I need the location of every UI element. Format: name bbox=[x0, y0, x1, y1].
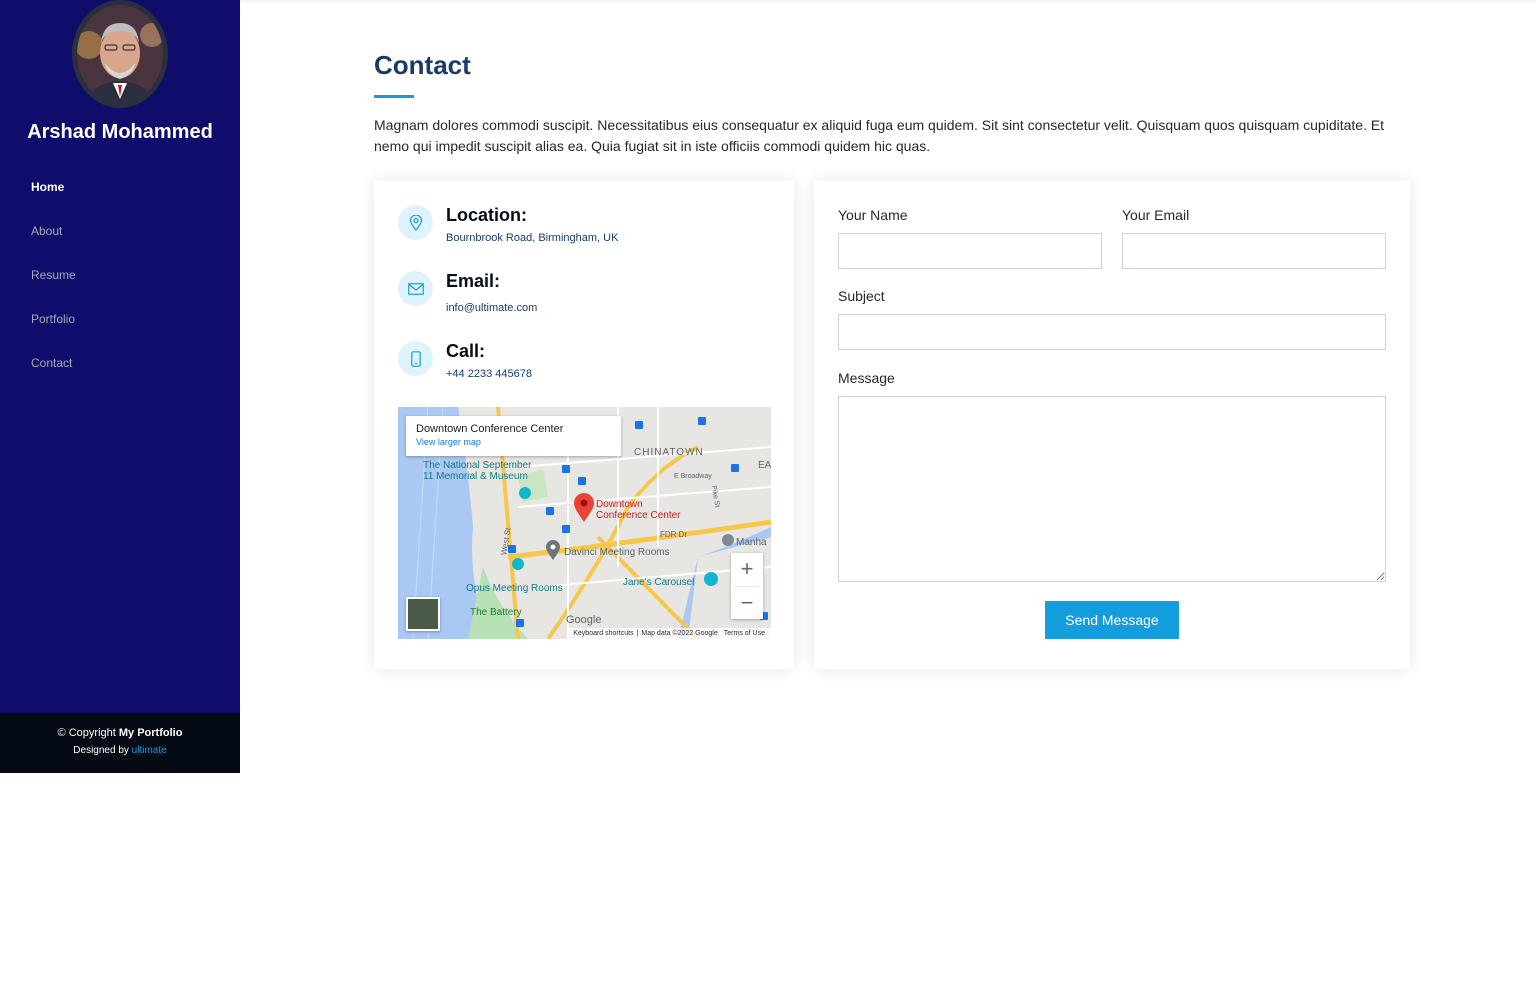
nav-item-about[interactable]: About bbox=[31, 222, 76, 266]
map-label-opus[interactable]: Opus Meeting Rooms bbox=[466, 583, 563, 594]
envelope-icon bbox=[398, 271, 433, 306]
satellite-toggle[interactable] bbox=[406, 597, 440, 631]
zoom-in-button[interactable]: + bbox=[731, 553, 763, 586]
map-info-popup: Downtown Conference Center View larger m… bbox=[406, 416, 621, 456]
section-description: Magnam dolores commodi suscipit. Necessi… bbox=[374, 117, 1385, 154]
memorial-line-1: The National September bbox=[423, 460, 532, 471]
sidebar-footer: © Copyright My Portfolio Designed by ult… bbox=[0, 713, 240, 773]
map-label-carousel[interactable]: Jane's Carousel bbox=[623, 577, 694, 588]
contact-form: Your Name Your Email Subject Message Sen… bbox=[814, 181, 1410, 669]
send-message-button[interactable]: Send Message bbox=[1045, 601, 1179, 639]
email-label: Email: bbox=[446, 271, 501, 291]
pin-line-2: Conference Center bbox=[596, 510, 681, 521]
profile-name[interactable]: Arshad Mohammed bbox=[0, 121, 240, 144]
copyright: © Copyright My Portfolio bbox=[0, 727, 240, 739]
map-label-ea: EA bbox=[758, 460, 771, 471]
avatar[interactable] bbox=[72, 0, 168, 108]
nav-menu: Home About Resume Portfolio Contact bbox=[31, 178, 76, 398]
title-underline bbox=[374, 95, 414, 98]
subject-label: Subject bbox=[838, 288, 885, 304]
profile-photo bbox=[77, 5, 163, 103]
map-attribution: Keyboard shortcuts | Map data ©2022 Google… bbox=[567, 628, 771, 639]
nav-item-resume[interactable]: Resume bbox=[31, 266, 76, 310]
view-larger-map-link[interactable]: View larger map bbox=[416, 437, 611, 447]
map-label-pin[interactable]: Downtown Conference Center bbox=[596, 499, 681, 521]
phone-icon bbox=[398, 341, 433, 376]
nav-item-home[interactable]: Home bbox=[31, 178, 76, 222]
memorial-line-2: 11 Memorial & Museum bbox=[423, 471, 528, 482]
map-label-fdr: FDR Dr bbox=[660, 530, 688, 539]
designer-link[interactable]: ultimate bbox=[132, 745, 167, 756]
map-pin-marker[interactable] bbox=[573, 493, 595, 523]
copyright-prefix: © Copyright bbox=[57, 727, 119, 739]
nav-item-portfolio[interactable]: Portfolio bbox=[31, 310, 76, 354]
pin-line-1: Downtown bbox=[596, 499, 643, 510]
call-label: Call: bbox=[446, 341, 486, 361]
location-label: Location: bbox=[446, 205, 527, 225]
message-label: Message bbox=[838, 370, 895, 386]
call-value: +44 2233 445678 bbox=[446, 368, 532, 380]
sidebar: Arshad Mohammed Home About Resume Portfo… bbox=[0, 0, 240, 773]
map-popup-title: Downtown Conference Center bbox=[416, 423, 564, 435]
map-label-manha: Manha bbox=[736, 537, 767, 548]
map-pin-icon bbox=[398, 205, 433, 240]
top-divider bbox=[240, 0, 1536, 3]
email-input[interactable] bbox=[1122, 233, 1386, 269]
email-value: info@ultimate.com bbox=[446, 302, 538, 314]
map-zoom-controls: + − bbox=[731, 553, 763, 619]
map-label-chinatown: CHINATOWN bbox=[634, 447, 704, 458]
contact-info-card: Location: Bournbrook Road, Birmingham, U… bbox=[374, 181, 794, 669]
map-label-battery[interactable]: The Battery bbox=[470, 607, 522, 618]
embedded-map[interactable]: CHINATOWN The National September 11 Memor… bbox=[398, 407, 771, 639]
name-input[interactable] bbox=[838, 233, 1102, 269]
subject-input[interactable] bbox=[838, 314, 1386, 350]
google-logo: Google bbox=[566, 614, 602, 626]
copyright-name: My Portfolio bbox=[118, 727, 183, 739]
credits: Designed by ultimate bbox=[0, 745, 240, 756]
email-field-label: Your Email bbox=[1122, 207, 1190, 223]
location-value: Bournbrook Road, Birmingham, UK bbox=[446, 232, 619, 244]
map-label-broadway: E Broadway bbox=[674, 473, 712, 480]
page-title: Contact bbox=[374, 50, 471, 80]
nav-item-contact[interactable]: Contact bbox=[31, 354, 76, 398]
map-data-text: Map data ©2022 Google bbox=[641, 630, 718, 637]
name-label: Your Name bbox=[838, 207, 908, 223]
credits-prefix: Designed by bbox=[73, 745, 132, 756]
map-label-memorial[interactable]: The National September 11 Memorial & Muse… bbox=[423, 460, 531, 482]
zoom-out-button[interactable]: − bbox=[731, 587, 763, 620]
keyboard-shortcuts-link[interactable]: Keyboard shortcuts bbox=[573, 630, 633, 637]
message-textarea[interactable] bbox=[838, 396, 1386, 582]
terms-link[interactable]: Terms of Use bbox=[724, 630, 765, 637]
map-label-davinci[interactable]: Davinci Meeting Rooms bbox=[564, 547, 670, 558]
